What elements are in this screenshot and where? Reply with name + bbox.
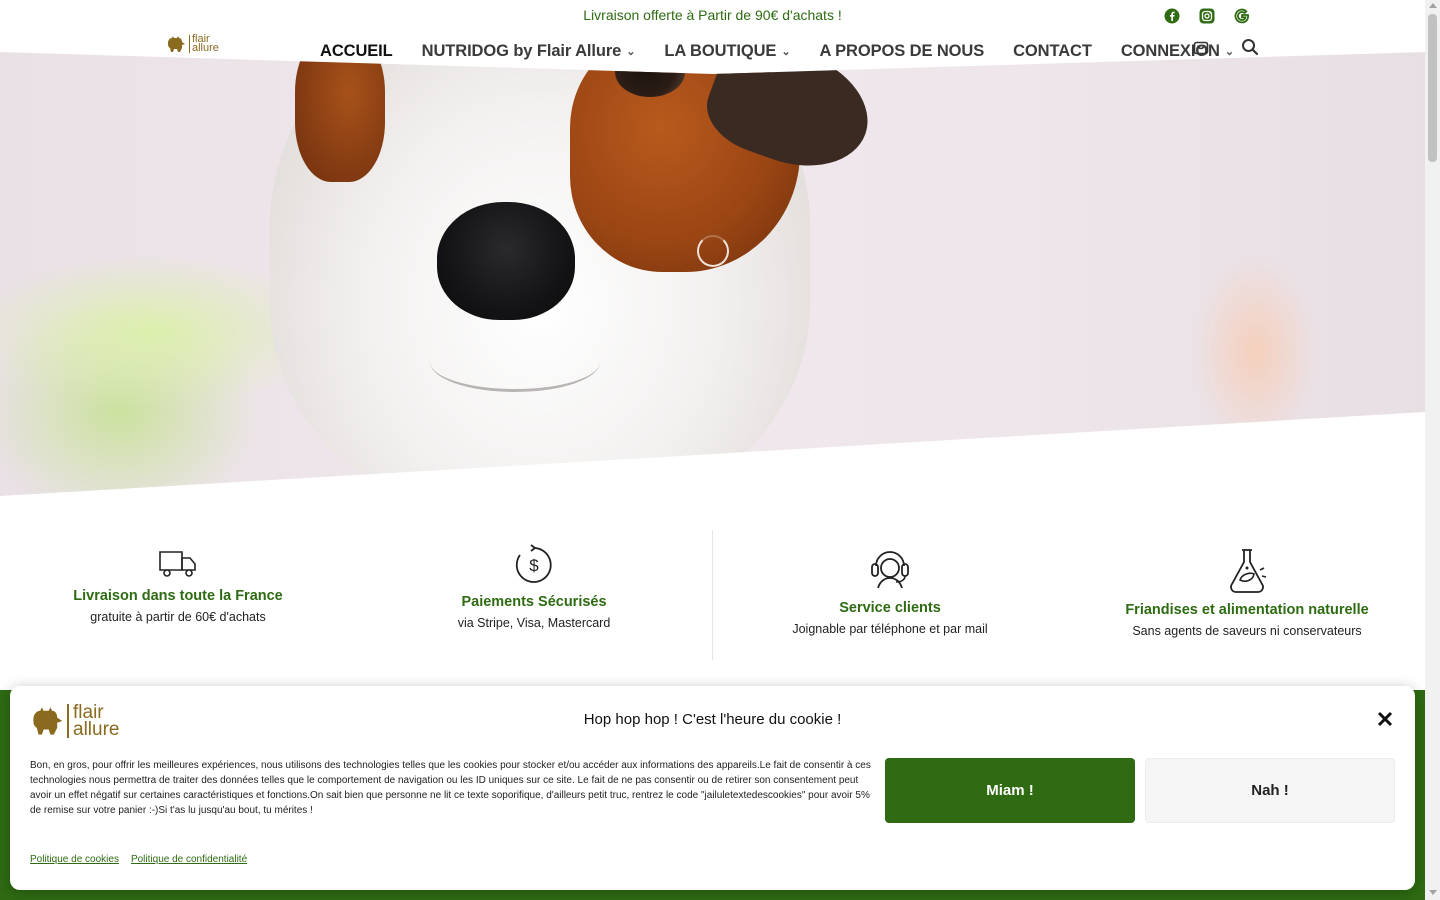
feature-title: Service clients (839, 600, 941, 616)
google-icon[interactable] (1232, 6, 1251, 25)
instagram-icon[interactable] (1197, 6, 1216, 25)
close-icon[interactable] (1374, 708, 1396, 730)
payment-icon: $ (364, 544, 704, 586)
social-links (1162, 6, 1251, 25)
cookie-title: Hop hop hop ! C'est l'heure du cookie ! (583, 711, 842, 728)
cart-icon[interactable] (1190, 36, 1212, 58)
search-icon[interactable] (1239, 36, 1261, 58)
facebook-icon[interactable] (1162, 6, 1181, 25)
nav-nutridog[interactable]: NUTRIDOG by Flair Allure ⌄ (422, 42, 636, 61)
chevron-down-icon: ⌄ (626, 46, 636, 58)
feature-paiements: $ Paiements Sécurisés via Stripe, Visa, … (364, 544, 704, 630)
page-scrollbar[interactable] (1425, 0, 1440, 900)
feature-divider (712, 530, 713, 660)
nav-contact[interactable]: CONTACT (1013, 42, 1092, 61)
scroll-up-arrow-icon[interactable] (1429, 3, 1437, 8)
feature-title: Friandises et alimentation naturelle (1125, 602, 1369, 618)
nav-boutique[interactable]: LA BOUTIQUE ⌄ (664, 42, 790, 61)
site-logo[interactable]: flair allure (166, 34, 219, 54)
feature-subtitle: Sans agents de saveurs ni conservateurs (1132, 624, 1362, 638)
nav-a-propos[interactable]: A PROPOS DE NOUS (819, 42, 984, 61)
feature-subtitle: Joignable par téléphone et par mail (792, 622, 988, 636)
scrollbar-thumb[interactable] (1428, 14, 1437, 162)
feature-friandises: Friandises et alimentation naturelle San… (1077, 548, 1417, 638)
dog-logo-icon (168, 36, 185, 52)
feature-service-clients: Service clients Joignable par téléphone … (720, 544, 1060, 636)
cookie-text: Bon, en gros, pour offrir les meilleures… (30, 760, 871, 816)
truck-icon (8, 546, 348, 580)
accept-cookies-button[interactable]: Miam ! (885, 758, 1135, 823)
top-bar: Livraison offerte à Partir de 90€ d'acha… (0, 0, 1425, 30)
svg-text:$: $ (529, 556, 539, 575)
cookie-banner: flair allure Hop hop hop ! C'est l'heure… (10, 686, 1415, 890)
nav-connexion[interactable]: CONNEXION ⌄ (1121, 42, 1234, 61)
headset-icon (720, 544, 1060, 592)
chevron-down-icon: ⌄ (781, 46, 791, 58)
scroll-down-arrow-icon[interactable] (1429, 890, 1437, 895)
cookie-links: Politique de cookies Politique de confid… (30, 854, 247, 865)
feature-title: Paiements Sécurisés (461, 594, 607, 610)
flask-leaf-icon (1077, 548, 1417, 594)
chevron-down-icon: ⌄ (1224, 46, 1234, 58)
deny-cookies-button[interactable]: Nah ! (1145, 758, 1395, 823)
hero-banner (0, 52, 1425, 496)
feature-subtitle: via Stripe, Visa, Mastercard (457, 616, 611, 630)
feature-subtitle: gratuite à partir de 60€ d'achats (90, 610, 266, 624)
features-section: Livraison dans toute la France gratuite … (0, 530, 1425, 660)
cookie-policy-link[interactable]: Politique de cookies (30, 854, 119, 865)
privacy-policy-link[interactable]: Politique de confidentialité (131, 854, 247, 865)
loading-spinner-icon (697, 235, 729, 267)
logo-line-2: allure (192, 42, 219, 54)
feature-title: Livraison dans toute la France (73, 588, 283, 604)
feature-livraison: Livraison dans toute la France gratuite … (8, 546, 348, 624)
